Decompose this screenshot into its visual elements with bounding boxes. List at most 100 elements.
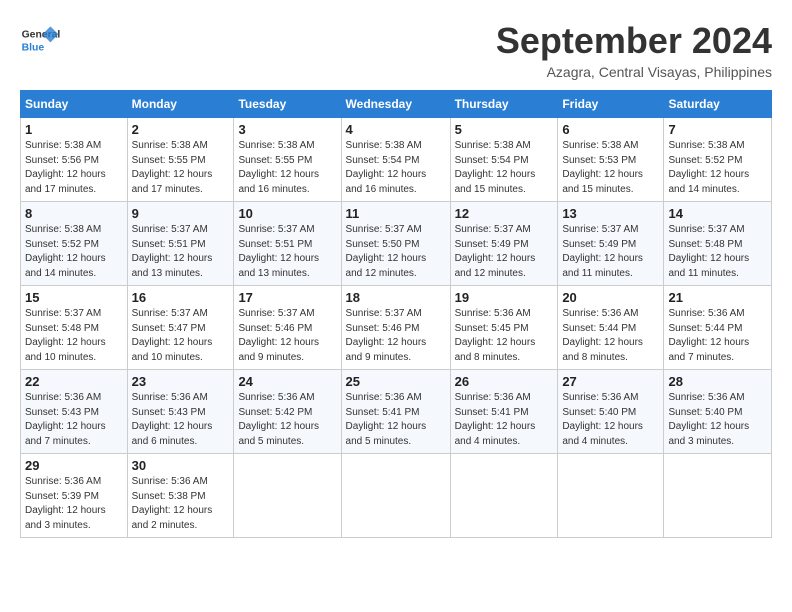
daylight-label: Daylight: 12 hours and 8 minutes.	[455, 337, 536, 363]
calendar-day-17: 17 Sunrise: 5:37 AM Sunset: 5:46 PM Dayl…	[234, 286, 341, 370]
daylight-label: Daylight: 12 hours and 11 minutes.	[562, 253, 643, 279]
sunrise-label: Sunrise: 5:38 AM	[238, 140, 314, 151]
day-number: 10	[238, 206, 336, 221]
day-info: Sunrise: 5:38 AM Sunset: 5:55 PM Dayligh…	[238, 139, 336, 197]
daylight-label: Daylight: 12 hours and 3 minutes.	[668, 421, 749, 447]
calendar-day-27: 27 Sunrise: 5:36 AM Sunset: 5:40 PM Dayl…	[558, 370, 664, 454]
empty-cell	[450, 454, 558, 538]
daylight-label: Daylight: 12 hours and 8 minutes.	[562, 337, 643, 363]
sunset-label: Sunset: 5:54 PM	[346, 155, 420, 166]
day-number: 20	[562, 290, 659, 305]
daylight-label: Daylight: 12 hours and 6 minutes.	[132, 421, 213, 447]
sunrise-label: Sunrise: 5:37 AM	[455, 224, 531, 235]
day-info: Sunrise: 5:38 AM Sunset: 5:54 PM Dayligh…	[455, 139, 554, 197]
sunrise-label: Sunrise: 5:36 AM	[25, 392, 101, 403]
day-number: 13	[562, 206, 659, 221]
calendar-day-15: 15 Sunrise: 5:37 AM Sunset: 5:48 PM Dayl…	[21, 286, 128, 370]
calendar-day-14: 14 Sunrise: 5:37 AM Sunset: 5:48 PM Dayl…	[664, 202, 772, 286]
header-monday: Monday	[127, 91, 234, 118]
daylight-label: Daylight: 12 hours and 2 minutes.	[132, 505, 213, 531]
calendar-week-4: 22 Sunrise: 5:36 AM Sunset: 5:43 PM Dayl…	[21, 370, 772, 454]
sunset-label: Sunset: 5:44 PM	[562, 323, 636, 334]
sunrise-label: Sunrise: 5:36 AM	[132, 476, 208, 487]
day-info: Sunrise: 5:36 AM Sunset: 5:38 PM Dayligh…	[132, 475, 230, 533]
day-info: Sunrise: 5:36 AM Sunset: 5:40 PM Dayligh…	[668, 391, 767, 449]
day-number: 26	[455, 374, 554, 389]
sunset-label: Sunset: 5:42 PM	[238, 407, 312, 418]
sunset-label: Sunset: 5:54 PM	[455, 155, 529, 166]
empty-cell	[558, 454, 664, 538]
day-number: 5	[455, 122, 554, 137]
empty-cell	[664, 454, 772, 538]
sunrise-label: Sunrise: 5:36 AM	[455, 392, 531, 403]
day-info: Sunrise: 5:36 AM Sunset: 5:44 PM Dayligh…	[562, 307, 659, 365]
calendar-day-25: 25 Sunrise: 5:36 AM Sunset: 5:41 PM Dayl…	[341, 370, 450, 454]
day-number: 28	[668, 374, 767, 389]
calendar-day-6: 6 Sunrise: 5:38 AM Sunset: 5:53 PM Dayli…	[558, 118, 664, 202]
calendar-header-row: SundayMondayTuesdayWednesdayThursdayFrid…	[21, 91, 772, 118]
daylight-label: Daylight: 12 hours and 14 minutes.	[25, 253, 106, 279]
sunrise-label: Sunrise: 5:37 AM	[668, 224, 744, 235]
daylight-label: Daylight: 12 hours and 15 minutes.	[455, 169, 536, 195]
daylight-label: Daylight: 12 hours and 3 minutes.	[25, 505, 106, 531]
daylight-label: Daylight: 12 hours and 12 minutes.	[346, 253, 427, 279]
calendar-day-21: 21 Sunrise: 5:36 AM Sunset: 5:44 PM Dayl…	[664, 286, 772, 370]
day-number: 23	[132, 374, 230, 389]
sunrise-label: Sunrise: 5:37 AM	[132, 224, 208, 235]
day-info: Sunrise: 5:36 AM Sunset: 5:40 PM Dayligh…	[562, 391, 659, 449]
calendar-day-24: 24 Sunrise: 5:36 AM Sunset: 5:42 PM Dayl…	[234, 370, 341, 454]
day-number: 14	[668, 206, 767, 221]
calendar-day-7: 7 Sunrise: 5:38 AM Sunset: 5:52 PM Dayli…	[664, 118, 772, 202]
sunrise-label: Sunrise: 5:38 AM	[346, 140, 422, 151]
sunset-label: Sunset: 5:52 PM	[25, 239, 99, 250]
day-number: 19	[455, 290, 554, 305]
header-sunday: Sunday	[21, 91, 128, 118]
sunset-label: Sunset: 5:41 PM	[346, 407, 420, 418]
daylight-label: Daylight: 12 hours and 9 minutes.	[346, 337, 427, 363]
sunset-label: Sunset: 5:46 PM	[346, 323, 420, 334]
daylight-label: Daylight: 12 hours and 4 minutes.	[455, 421, 536, 447]
day-info: Sunrise: 5:37 AM Sunset: 5:48 PM Dayligh…	[25, 307, 123, 365]
month-title: September 2024	[496, 20, 772, 62]
header-friday: Friday	[558, 91, 664, 118]
sunrise-label: Sunrise: 5:38 AM	[562, 140, 638, 151]
daylight-label: Daylight: 12 hours and 10 minutes.	[25, 337, 106, 363]
day-number: 16	[132, 290, 230, 305]
day-info: Sunrise: 5:38 AM Sunset: 5:52 PM Dayligh…	[668, 139, 767, 197]
day-info: Sunrise: 5:37 AM Sunset: 5:50 PM Dayligh…	[346, 223, 446, 281]
calendar-day-5: 5 Sunrise: 5:38 AM Sunset: 5:54 PM Dayli…	[450, 118, 558, 202]
sunrise-label: Sunrise: 5:38 AM	[668, 140, 744, 151]
sunset-label: Sunset: 5:56 PM	[25, 155, 99, 166]
day-info: Sunrise: 5:36 AM Sunset: 5:43 PM Dayligh…	[25, 391, 123, 449]
day-number: 21	[668, 290, 767, 305]
day-info: Sunrise: 5:37 AM Sunset: 5:51 PM Dayligh…	[132, 223, 230, 281]
svg-text:Blue: Blue	[22, 42, 45, 53]
day-number: 15	[25, 290, 123, 305]
header-saturday: Saturday	[664, 91, 772, 118]
daylight-label: Daylight: 12 hours and 17 minutes.	[25, 169, 106, 195]
sunset-label: Sunset: 5:55 PM	[238, 155, 312, 166]
sunset-label: Sunset: 5:40 PM	[562, 407, 636, 418]
daylight-label: Daylight: 12 hours and 4 minutes.	[562, 421, 643, 447]
sunset-label: Sunset: 5:46 PM	[238, 323, 312, 334]
sunset-label: Sunset: 5:55 PM	[132, 155, 206, 166]
header-tuesday: Tuesday	[234, 91, 341, 118]
sunset-label: Sunset: 5:45 PM	[455, 323, 529, 334]
day-info: Sunrise: 5:36 AM Sunset: 5:43 PM Dayligh…	[132, 391, 230, 449]
sunrise-label: Sunrise: 5:37 AM	[132, 308, 208, 319]
calendar-week-5: 29 Sunrise: 5:36 AM Sunset: 5:39 PM Dayl…	[21, 454, 772, 538]
calendar-day-11: 11 Sunrise: 5:37 AM Sunset: 5:50 PM Dayl…	[341, 202, 450, 286]
day-number: 4	[346, 122, 446, 137]
sunset-label: Sunset: 5:51 PM	[132, 239, 206, 250]
sunset-label: Sunset: 5:39 PM	[25, 491, 99, 502]
empty-cell	[341, 454, 450, 538]
sunset-label: Sunset: 5:48 PM	[25, 323, 99, 334]
header-wednesday: Wednesday	[341, 91, 450, 118]
sunrise-label: Sunrise: 5:36 AM	[346, 392, 422, 403]
day-info: Sunrise: 5:37 AM Sunset: 5:49 PM Dayligh…	[455, 223, 554, 281]
sunset-label: Sunset: 5:49 PM	[562, 239, 636, 250]
sunrise-label: Sunrise: 5:37 AM	[238, 308, 314, 319]
sunrise-label: Sunrise: 5:36 AM	[25, 476, 101, 487]
daylight-label: Daylight: 12 hours and 13 minutes.	[238, 253, 319, 279]
sunrise-label: Sunrise: 5:37 AM	[562, 224, 638, 235]
